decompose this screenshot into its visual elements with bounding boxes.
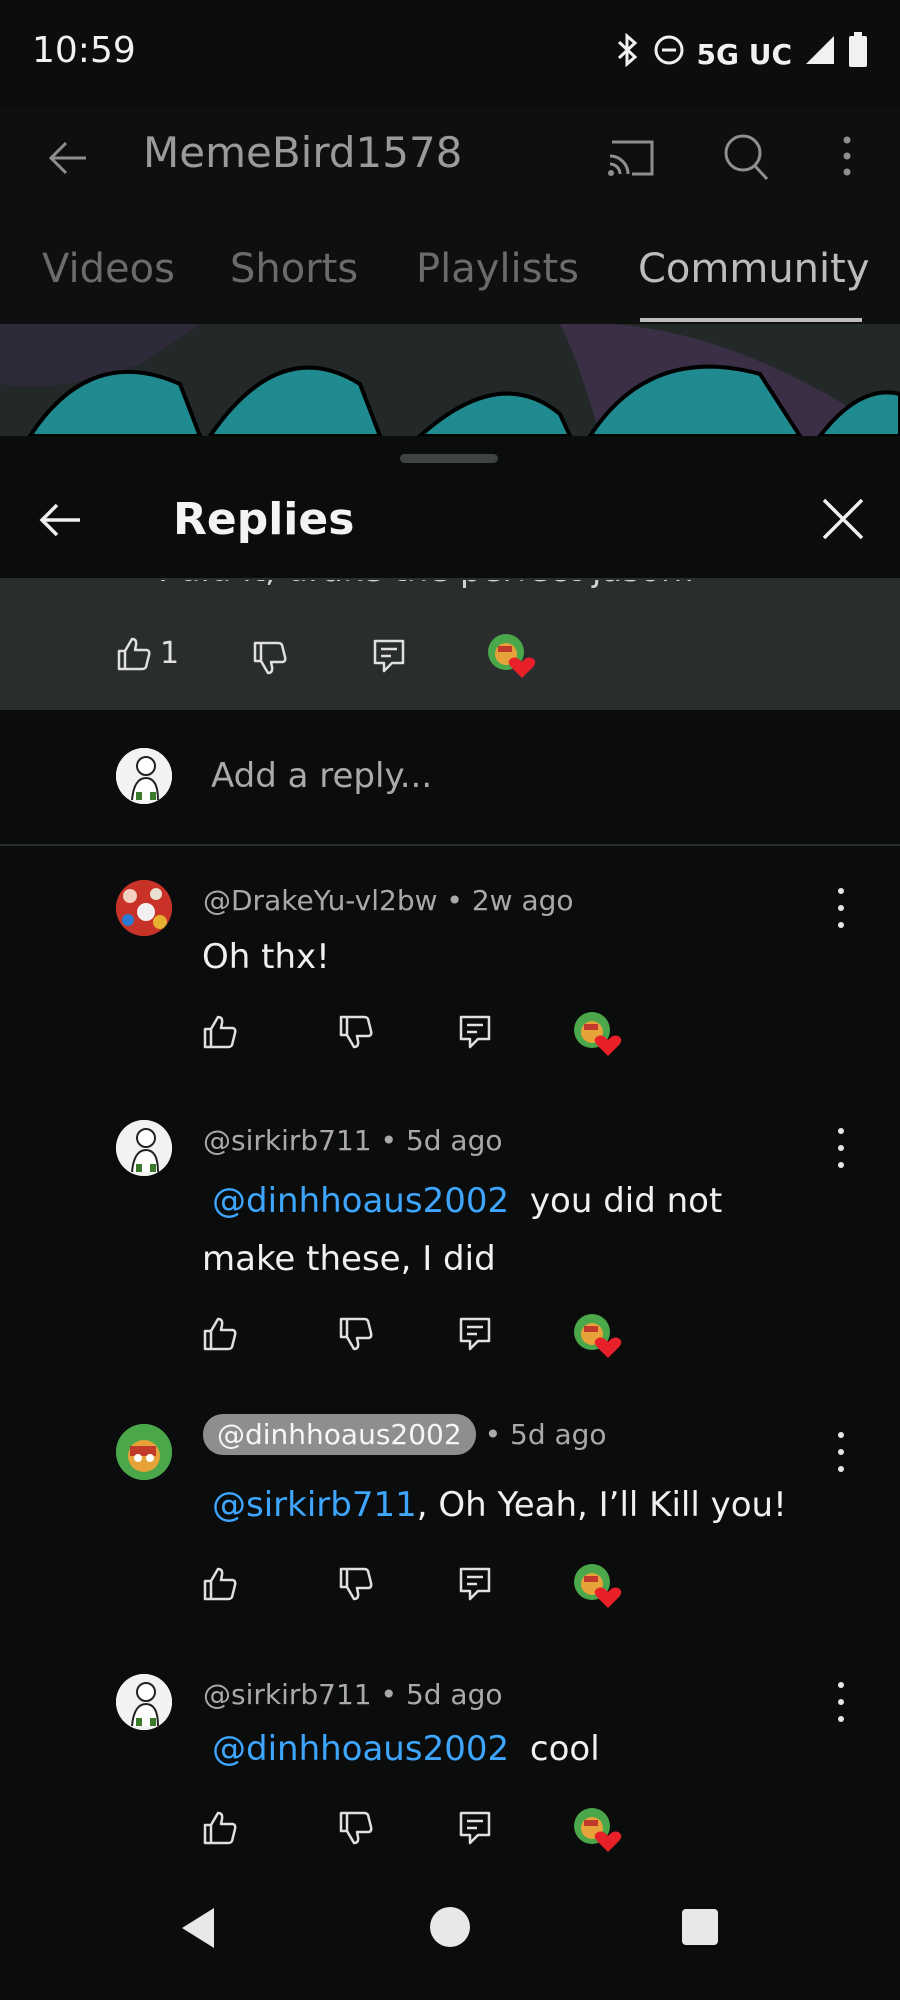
reply-input-row[interactable]: Add a reply... <box>0 710 900 844</box>
reply-icon[interactable] <box>372 638 406 678</box>
thumbs-down-icon[interactable] <box>252 640 288 680</box>
tab-community[interactable]: Community <box>638 246 870 292</box>
reply-author[interactable]: @sirkirb711 <box>203 1124 372 1157</box>
reply-item: @sirkirb711 • 5d ago @dinhhoaus2002 you … <box>0 1086 900 1390</box>
reply-author-line: @sirkirb711 • 5d ago <box>203 1124 503 1157</box>
reply-text: @sirkirb711, Oh Yeah, I’ll Kill you! <box>212 1485 787 1525</box>
battery-icon <box>848 32 868 76</box>
reply-mention[interactable]: @dinhhoaus2002 <box>212 1729 509 1769</box>
system-nav-bar <box>0 1866 900 2000</box>
creator-heart-icon <box>572 1562 624 1614</box>
creator-heart-icon <box>572 1010 624 1062</box>
reply-author-line: @dinhhoaus2002 • 5d ago <box>203 1414 607 1455</box>
nav-home-icon[interactable] <box>429 1906 471 1952</box>
thumbs-down-icon[interactable] <box>338 1316 374 1356</box>
thumbs-down-icon[interactable] <box>338 1566 374 1606</box>
channel-tabs: Videos Shorts Playlists Community <box>0 228 900 324</box>
reply-more-button[interactable] <box>826 1128 856 1168</box>
reply-avatar[interactable] <box>116 1674 172 1730</box>
cast-icon[interactable] <box>606 136 658 184</box>
like-count: 1 <box>160 636 180 671</box>
creator-heart-icon <box>572 1806 624 1858</box>
reply-age: 5d ago <box>405 1124 503 1157</box>
reply-text: Oh thx! <box>202 937 330 977</box>
thumbs-up-icon[interactable] <box>202 1810 238 1850</box>
reply-more-button[interactable] <box>826 888 856 928</box>
reply-mention[interactable]: @sirkirb711 <box>212 1485 417 1525</box>
status-bar: 10:59 5G UC <box>0 0 900 108</box>
more-vert-icon[interactable] <box>836 134 858 182</box>
status-icons: 5G UC <box>615 30 869 78</box>
channel-banner <box>0 324 900 436</box>
reply-input[interactable]: Add a reply... <box>211 756 432 796</box>
thumbs-up-icon[interactable] <box>116 636 152 676</box>
creator-chip[interactable]: @dinhhoaus2002 <box>203 1414 476 1455</box>
reply-age: 5d ago <box>405 1678 503 1711</box>
thumbs-down-icon[interactable] <box>338 1810 374 1850</box>
reply-icon[interactable] <box>458 1014 492 1054</box>
reply-item: @sirkirb711 • 5d ago @dinhhoaus2002 cool <box>0 1640 900 1866</box>
reply-more-button[interactable] <box>826 1432 856 1472</box>
reply-item: @DrakeYu-vl2bw • 2w ago Oh thx! <box>0 846 900 1086</box>
reply-item: @dinhhoaus2002 • 5d ago @sirkirb711, Oh … <box>0 1390 900 1640</box>
tab-videos[interactable]: Videos <box>42 246 175 292</box>
nav-recents-icon[interactable] <box>681 1908 719 1950</box>
reply-icon[interactable] <box>458 1810 492 1850</box>
thumbs-up-icon[interactable] <box>202 1014 238 1054</box>
signal-icon <box>804 34 836 74</box>
reply-icon[interactable] <box>458 1566 492 1606</box>
reply-icon[interactable] <box>458 1316 492 1356</box>
parent-comment: I did it, drake the perfect jason! 1 <box>0 580 900 710</box>
reply-text: @dinhhoaus2002 you did not make these, I… <box>202 1181 723 1279</box>
tab-playlists[interactable]: Playlists <box>416 246 579 292</box>
reply-author-line: @DrakeYu-vl2bw • 2w ago <box>203 884 574 917</box>
status-time: 10:59 <box>32 30 136 71</box>
tab-shorts[interactable]: Shorts <box>230 246 358 292</box>
reply-text: @dinhhoaus2002 cool <box>212 1729 600 1769</box>
close-icon[interactable] <box>820 496 866 546</box>
thumbs-down-icon[interactable] <box>338 1014 374 1054</box>
network-label: 5G UC <box>696 37 793 71</box>
reply-age: 2w ago <box>471 884 574 917</box>
back-arrow-icon[interactable] <box>44 134 92 186</box>
creator-heart-icon <box>486 632 538 684</box>
tab-underline <box>640 318 862 322</box>
nav-back-icon[interactable] <box>178 1906 218 1954</box>
channel-name: MemeBird1578 <box>143 128 463 177</box>
dnd-icon <box>653 34 685 74</box>
bluetooth-icon <box>615 32 641 75</box>
creator-heart-icon <box>572 1312 624 1364</box>
parent-comment-text: I did it, drake the perfect jason! <box>158 580 696 590</box>
sheet-back-icon[interactable] <box>36 496 84 548</box>
reply-author[interactable]: @DrakeYu-vl2bw <box>203 884 438 917</box>
thumbs-up-icon[interactable] <box>202 1316 238 1356</box>
search-icon[interactable] <box>722 132 770 186</box>
sheet-title: Replies <box>173 494 355 545</box>
reply-mention[interactable]: @dinhhoaus2002 <box>212 1181 509 1221</box>
reply-more-button[interactable] <box>826 1682 856 1722</box>
reply-author[interactable]: @sirkirb711 <box>203 1678 372 1711</box>
reply-avatar[interactable] <box>116 1120 172 1176</box>
reply-age: 5d ago <box>510 1418 607 1451</box>
current-user-avatar <box>116 748 172 804</box>
reply-author-line: @sirkirb711 • 5d ago <box>203 1678 503 1711</box>
reply-avatar[interactable] <box>116 880 172 936</box>
reply-avatar[interactable] <box>116 1424 172 1480</box>
thumbs-up-icon[interactable] <box>202 1566 238 1606</box>
drag-handle[interactable] <box>400 454 498 463</box>
